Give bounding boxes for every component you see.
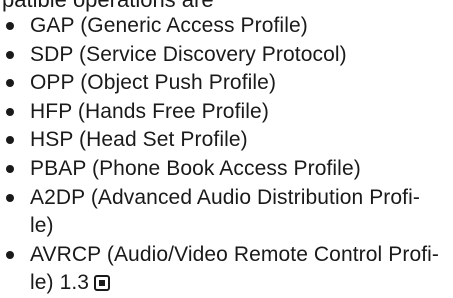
list-item-text: SDP (Service Discovery Protocol) xyxy=(30,42,347,66)
list-item-hfp: HFP (Hands Free Profile) xyxy=(0,98,453,127)
list-item-text-continued: le) xyxy=(30,214,54,238)
bullet-icon xyxy=(6,79,14,88)
bullet-icon xyxy=(6,50,14,59)
list-item-a2dp: A2DP (Advanced Audio Distribution Profi-… xyxy=(0,184,453,241)
bullet-icon xyxy=(6,164,14,173)
list-item-text: OPP (Object Push Profile) xyxy=(30,71,277,95)
list-item-text: PBAP (Phone Book Access Profile) xyxy=(30,156,361,180)
list-item-sdp: SDP (Service Discovery Protocol) xyxy=(0,41,453,70)
list-item-text-tail: le) 1.3 xyxy=(30,271,90,295)
bullet-icon xyxy=(6,250,14,259)
bluetooth-profile-list: GAP (Generic Access Profile) SDP (Servic… xyxy=(0,12,453,298)
list-item-avrcp: AVRCP (Audio/Video Remote Control Profi-… xyxy=(0,241,453,298)
list-item-text: HFP (Hands Free Profile) xyxy=(30,99,269,123)
bullet-icon xyxy=(6,193,14,202)
list-item-text: AVRCP (Audio/Video Remote Control Profi- xyxy=(30,242,440,266)
list-item-text: HSP (Head Set Profile) xyxy=(30,128,248,152)
list-item-text: GAP (Generic Access Profile) xyxy=(30,14,308,37)
end-mark-icon xyxy=(94,275,111,292)
bullet-icon xyxy=(6,107,14,116)
bullet-icon xyxy=(6,136,14,145)
bullet-icon xyxy=(6,22,14,30)
list-item-text: A2DP (Advanced Audio Distribution Profi- xyxy=(30,185,420,209)
list-item-text-continued: le) 1.3 xyxy=(30,269,453,298)
list-item-pbap: PBAP (Phone Book Access Profile) xyxy=(0,155,453,184)
list-item-gap: GAP (Generic Access Profile) xyxy=(0,12,453,41)
list-item-opp: OPP (Object Push Profile) xyxy=(0,69,453,98)
list-item-hsp: HSP (Head Set Profile) xyxy=(0,126,453,155)
